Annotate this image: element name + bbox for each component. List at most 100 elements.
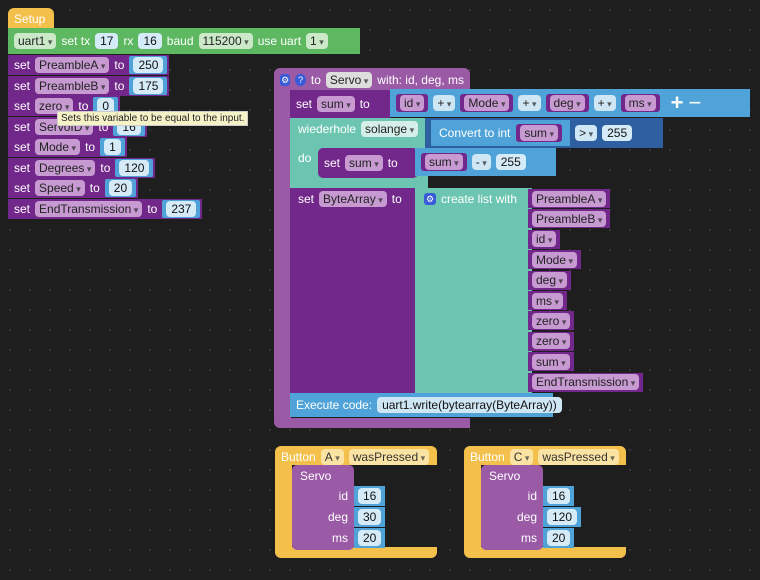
param-value-input[interactable]: 20 [547,530,571,546]
list-item[interactable]: zero [528,331,575,351]
list-item[interactable]: deg [528,270,572,290]
param-value-block[interactable]: 16 [354,486,386,506]
op-dropdown[interactable]: + [593,95,616,111]
var-dropdown[interactable]: Mode [35,139,81,155]
param-value-block[interactable]: 20 [354,528,386,548]
var-dropdown[interactable]: id [532,231,557,248]
list-item[interactable]: id [528,229,561,249]
condition-block[interactable]: Convert to int sum > 255 [425,118,663,148]
op-dropdown[interactable]: - [471,154,491,170]
term-id[interactable]: id [400,95,425,111]
uart-dropdown[interactable]: uart1 [14,33,57,49]
gear-icon[interactable]: ⚙ [280,74,291,86]
param-value-block[interactable]: 120 [543,507,582,527]
op-dropdown[interactable]: + [433,95,456,111]
button-dropdown[interactable]: C [509,449,534,465]
tx-input[interactable]: 17 [95,33,119,49]
set-variable-block[interactable]: set Degrees to 120 [8,157,156,178]
set-variable-block[interactable]: set EndTransmission to 237 [8,198,203,219]
value-input[interactable]: 20 [108,180,133,196]
var-dropdown[interactable]: sum [425,154,463,170]
execute-code-block[interactable]: Execute code: uart1.write(bytearray(ByteA… [290,393,562,417]
param-value-block[interactable]: 16 [543,486,575,506]
procedure-name[interactable]: Servo [325,72,373,88]
create-list-block[interactable] [415,188,532,393]
tooltip: Sets this variable to be equal to the in… [57,111,249,126]
list-item[interactable]: PreambleA [528,189,611,208]
param-value-input[interactable]: 30 [358,509,382,525]
set-sum-block[interactable]: setsumto [290,90,390,118]
uart-setup-block[interactable]: uart1 set tx 17 rx 16 baud 115200 use ua… [8,28,360,54]
var-dropdown[interactable]: sum [532,353,570,370]
button-dropdown[interactable]: A [320,449,344,465]
remove-term-icon[interactable]: − [689,90,702,116]
to-label: to [114,58,125,72]
list-item[interactable]: Mode [528,250,582,270]
param-value-input[interactable]: 120 [547,509,578,525]
sum-expression[interactable]: id + Mode + deg + ms + − [390,89,750,117]
value-input[interactable]: 120 [119,159,150,176]
list-item[interactable]: EndTransmission [528,372,644,392]
var-dropdown[interactable]: zero [532,333,571,350]
set-bytearray-block[interactable] [290,188,417,393]
help-icon[interactable]: ? [295,74,306,86]
var-dropdown[interactable]: PreambleA [532,190,607,207]
var-dropdown[interactable]: sum [317,96,355,112]
param-label-wrap: deg [481,507,543,527]
repeat-mode-dropdown[interactable]: solange [361,121,419,137]
subtract-expression[interactable]: sum-255 [415,148,556,176]
var-dropdown[interactable]: ms [532,292,564,309]
limit-input[interactable]: 255 [602,125,633,141]
var-dropdown[interactable]: sum [520,125,559,141]
param-value-block[interactable]: 30 [354,507,386,527]
list-item[interactable]: ms [528,291,568,310]
param-label: deg [516,510,537,524]
value-input[interactable]: 175 [133,77,164,94]
baud-dropdown[interactable]: 115200 [198,33,253,49]
term-deg[interactable]: deg [549,95,585,111]
value-input[interactable]: 1 [104,139,121,155]
exec-code-input[interactable]: uart1.write(bytearray(ByteArray)) [377,397,562,413]
term-mode[interactable]: Mode [464,95,510,111]
set-sum-inner[interactable]: setsumto [318,148,418,178]
setup-hat[interactable]: Setup [8,8,54,29]
var-dropdown[interactable]: Speed [35,180,85,196]
param-value-input[interactable]: 16 [547,488,571,504]
set-variable-block[interactable]: set Modeto 1 [8,137,127,157]
gear-icon[interactable]: ⚙ [424,193,436,205]
var-dropdown[interactable]: Degrees [35,159,96,176]
var-dropdown[interactable]: EndTransmission [35,200,143,217]
var-dropdown[interactable]: PreambleA [35,57,110,73]
list-item[interactable]: PreambleB [528,209,611,229]
param-value-block[interactable]: 20 [543,528,575,548]
term-ms[interactable]: ms [624,95,656,111]
value-input[interactable]: 250 [133,57,164,73]
var-dropdown[interactable]: ByteArray [319,191,387,207]
list-item[interactable]: sum [528,352,574,372]
compare-dropdown[interactable]: > [575,125,598,141]
var-dropdown[interactable]: EndTransmission [532,374,640,391]
baud-label: baud [166,34,194,48]
add-term-icon[interactable]: + [671,90,684,116]
button-event-header: Button CwasPressed [464,448,625,466]
var-dropdown[interactable]: Mode [532,251,578,268]
sub-input[interactable]: 255 [495,154,526,170]
event-dropdown[interactable]: wasPressed [348,449,430,465]
var-dropdown[interactable]: PreambleB [532,210,607,227]
list-item[interactable]: zero [528,311,575,331]
set-variable-block[interactable]: set Speedto 20 [8,178,139,198]
set-label: set [296,97,313,111]
value-input[interactable]: 237 [166,200,197,217]
set-variable-block[interactable]: set PreambleB to 175 [8,75,170,96]
op-dropdown[interactable]: + [518,95,541,111]
uart-num-dropdown[interactable]: 1 [306,33,328,49]
var-dropdown[interactable]: deg [532,272,568,289]
rx-input[interactable]: 16 [138,33,162,49]
param-value-input[interactable]: 16 [358,488,382,504]
var-dropdown[interactable]: sum [345,155,383,171]
param-value-input[interactable]: 20 [358,530,382,546]
set-variable-block[interactable]: set PreambleA to 250 [8,55,170,75]
var-dropdown[interactable]: PreambleB [35,77,110,94]
event-dropdown[interactable]: wasPressed [538,449,619,465]
var-dropdown[interactable]: zero [532,312,571,329]
